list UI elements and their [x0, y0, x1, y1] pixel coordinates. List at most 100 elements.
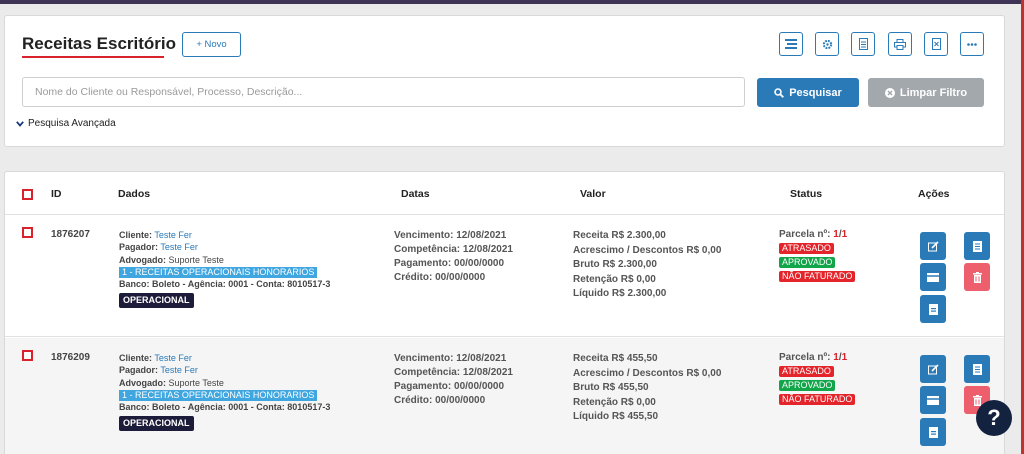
trash-icon — [972, 271, 982, 283]
credito: Crédito: 00/00/0000 — [394, 272, 486, 283]
cliente-link[interactable]: Teste Fer — [154, 230, 192, 240]
row-status: Parcela nº: 1/1 ATRASADO APROVADO NÃO FA… — [779, 352, 856, 405]
card-button[interactable] — [920, 386, 946, 414]
file-button[interactable] — [920, 295, 946, 323]
advogado-label: Advogado: — [119, 254, 166, 265]
pagador-label: Pagador: — [119, 365, 159, 376]
top-accent-bar — [0, 0, 1024, 4]
receipt-icon — [972, 363, 982, 375]
conta-label: - Conta: — [250, 279, 285, 290]
column-header-dados: Dados — [118, 188, 151, 200]
help-button[interactable]: ? — [976, 400, 1012, 436]
close-circle-icon — [884, 87, 895, 98]
parcela-total: 1 — [841, 229, 848, 240]
file-button[interactable] — [920, 418, 946, 446]
chevron-down-icon — [16, 120, 24, 127]
agencia-value: 0001 — [228, 279, 249, 290]
retencao: Retenção R$ 0,00 — [573, 396, 656, 408]
search-icon — [774, 87, 785, 98]
print-icon — [894, 38, 906, 50]
pagador-link[interactable]: Teste Fer — [160, 365, 198, 375]
competencia: Competência: 12/08/2021 — [394, 244, 513, 255]
list-icon — [785, 39, 797, 49]
export-button[interactable] — [924, 32, 948, 56]
column-header-valor: Valor — [580, 188, 606, 200]
pagador-link[interactable]: Teste Fer — [160, 242, 198, 252]
acrescimo-descontos: Acrescimo / Descontos R$ 0,00 — [573, 367, 722, 379]
edit-icon — [927, 363, 939, 374]
liquido: Líquido R$ 455,50 — [573, 411, 659, 422]
conta-value: 8010517-3 — [287, 279, 331, 290]
row-id: 1876207 — [51, 229, 90, 240]
new-button[interactable]: + Novo — [182, 32, 241, 57]
column-header-status: Status — [790, 188, 823, 200]
operational-badge: OPERACIONAL — [119, 416, 194, 431]
status-badge-atrasado: ATRASADO — [779, 243, 834, 254]
category-badge: 1 - RECEITAS OPERACIONAIS HONORARIOS — [119, 266, 318, 278]
credito: Crédito: 00/00/0000 — [394, 395, 486, 406]
conta-label: - Conta: — [250, 402, 285, 413]
card-icon — [927, 272, 939, 282]
acrescimo-descontos: Acrescimo / Descontos R$ 0,00 — [573, 244, 722, 256]
banco-value: Boleto — [152, 279, 181, 290]
parcela-label: Parcela nº: — [779, 229, 831, 240]
parcela: Parcela nº: 1/1 — [779, 229, 855, 240]
column-header-acoes: Ações — [918, 188, 950, 200]
row-checkbox[interactable] — [22, 350, 33, 361]
status-badge-nao-faturado: NÃO FATURADO — [779, 271, 856, 282]
category-badge: 1 - RECEITAS OPERACIONAIS HONORARIOS — [119, 389, 318, 401]
receita: Receita R$ 455,50 — [573, 353, 658, 364]
vencimento: Vencimento: 12/08/2021 — [394, 230, 507, 241]
export-icon — [931, 38, 941, 50]
cliente-label: Cliente: — [119, 230, 153, 240]
table-row: 1876209 Cliente: Teste Fer Pagador: Test… — [5, 338, 1004, 454]
agencia-label: - Agência: — [182, 402, 226, 413]
edit-button[interactable] — [920, 232, 946, 260]
gear-icon — [822, 39, 832, 49]
conta-value: 8010517-3 — [287, 402, 331, 413]
file-icon — [928, 426, 938, 438]
parcela-label: Parcela nº: — [779, 352, 831, 363]
receita: Receita R$ 2.300,00 — [573, 230, 666, 241]
table-row: 1876207 Cliente: Teste Fer Pagador: Test… — [5, 215, 1004, 337]
row-dados: Cliente: Teste Fer Pagador: Teste Fer Ad… — [119, 229, 330, 308]
agencia-value: 0001 — [228, 402, 249, 413]
edit-button[interactable] — [920, 355, 946, 383]
bruto: Bruto R$ 2.300,00 — [573, 259, 657, 270]
advogado-value: Suporte Teste — [168, 254, 224, 265]
row-status: Parcela nº: 1/1 ATRASADO APROVADO NÃO FA… — [779, 229, 856, 282]
print-button[interactable] — [888, 32, 912, 56]
status-badge-aprovado: APROVADO — [779, 257, 836, 268]
search-input[interactable] — [22, 77, 745, 107]
more-button[interactable] — [960, 32, 984, 56]
document-icon — [858, 38, 868, 50]
pagamento: Pagamento: 00/00/0000 — [394, 258, 505, 269]
row-datas: Vencimento: 12/08/2021 Competência: 12/0… — [394, 229, 513, 285]
row-dados: Cliente: Teste Fer Pagador: Teste Fer Ad… — [119, 352, 330, 431]
cliente-link[interactable]: Teste Fer — [154, 353, 192, 363]
liquido: Líquido R$ 2.300,00 — [573, 288, 667, 299]
card-button[interactable] — [920, 263, 946, 291]
receipt-button[interactable] — [964, 232, 990, 260]
row-checkbox[interactable] — [22, 227, 33, 238]
advanced-search-toggle[interactable]: Pesquisa Avançada — [16, 118, 116, 129]
agencia-label: - Agência: — [182, 279, 226, 290]
search-button[interactable]: Pesquisar — [757, 78, 859, 107]
settings-button[interactable] — [815, 32, 839, 56]
document-button[interactable] — [851, 32, 875, 56]
filter-card: Receitas Escritório + Novo Pesquisar Lim… — [4, 15, 1005, 147]
receipt-button[interactable] — [964, 355, 990, 383]
advogado-value: Suporte Teste — [168, 377, 224, 388]
select-all-checkbox[interactable] — [22, 189, 33, 200]
list-button[interactable] — [779, 32, 803, 56]
clear-filter-button[interactable]: Limpar Filtro — [868, 78, 984, 107]
advogado-label: Advogado: — [119, 377, 166, 388]
status-badge-nao-faturado: NÃO FATURADO — [779, 394, 856, 405]
status-badge-aprovado: APROVADO — [779, 380, 836, 391]
more-icon — [967, 42, 977, 46]
delete-button[interactable] — [964, 263, 990, 291]
search-button-label: Pesquisar — [789, 86, 842, 99]
row-valor: Receita R$ 2.300,00 Acrescimo / Desconto… — [573, 229, 721, 302]
column-header-id: ID — [51, 188, 62, 200]
row-id: 1876209 — [51, 352, 90, 363]
